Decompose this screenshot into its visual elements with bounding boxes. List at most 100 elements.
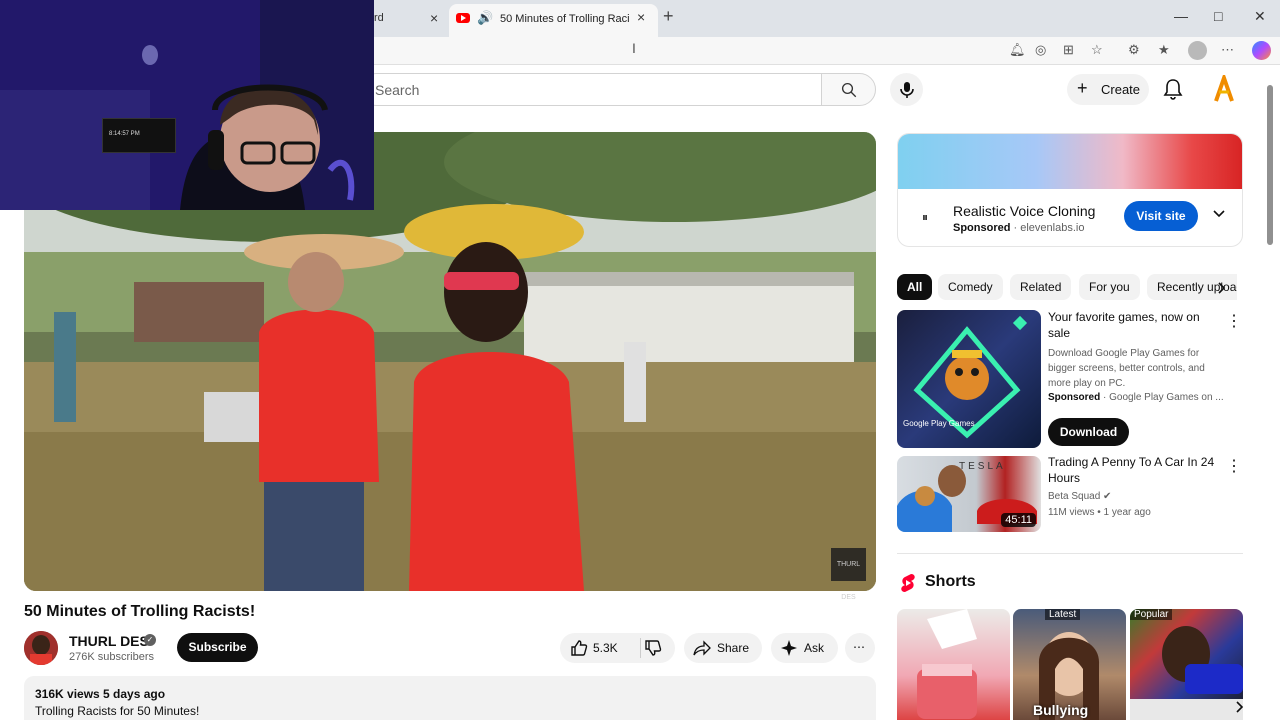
- clock-text: 8:14:57 PM: [109, 131, 140, 137]
- view-stats: 316K views 5 days ago: [35, 687, 166, 701]
- short-caption: Bullying: [1033, 702, 1089, 718]
- ad-title[interactable]: Realistic Voice Cloning: [953, 203, 1095, 219]
- subscriber-count: 276K subscribers: [69, 651, 154, 663]
- shorts-heading: Shorts: [925, 573, 976, 590]
- recommendation-title[interactable]: Your favorite games, now on sale: [1048, 309, 1223, 341]
- chip-comedy[interactable]: Comedy: [938, 274, 1003, 300]
- bullet-separator: ·: [1103, 392, 1107, 403]
- voice-search-button[interactable]: [890, 73, 923, 106]
- search-placeholder: Search: [375, 82, 420, 98]
- more-horizontal-icon: ⋯: [853, 640, 865, 654]
- subscribe-button[interactable]: Subscribe: [177, 633, 258, 662]
- video-title: 50 Minutes of Trolling Racists!: [24, 603, 256, 620]
- screen: rd × 🔊 50 Minutes of Trolling Racists! ×…: [0, 0, 1280, 720]
- channel-watermark: THURL DES: [831, 548, 866, 601]
- notification-icon[interactable]: 🔔︎: [1009, 42, 1026, 58]
- shorts-icon: [901, 574, 915, 592]
- share-icon: [693, 640, 711, 656]
- new-tab-button[interactable]: +: [663, 6, 674, 27]
- window-close-button[interactable]: ✕: [1254, 8, 1266, 25]
- sparkle-icon: [781, 640, 797, 656]
- extension-icon[interactable]: ◎: [1035, 42, 1046, 58]
- more-vertical-icon[interactable]: ⋮: [1226, 311, 1242, 331]
- ask-button[interactable]: Ask: [771, 633, 838, 663]
- channel-name[interactable]: THURL DES: [69, 633, 149, 649]
- recommendation-thumbnail[interactable]: Google Play Games: [897, 310, 1041, 448]
- create-button[interactable]: + Create: [1067, 74, 1149, 105]
- search-input[interactable]: Search: [360, 73, 822, 106]
- extensions-puzzle-icon[interactable]: ⚙: [1128, 42, 1140, 58]
- thumbnail-caption: Google Play Games: [903, 419, 975, 428]
- maximize-button[interactable]: □: [1214, 8, 1222, 24]
- copilot-icon[interactable]: [1252, 41, 1271, 60]
- browser-tab-previous[interactable]: rd ×: [368, 6, 448, 32]
- create-label: Create: [1101, 82, 1141, 97]
- short-tag: Popular: [1130, 609, 1173, 620]
- more-menu-icon[interactable]: ⋯: [1221, 42, 1234, 58]
- close-icon[interactable]: ×: [637, 9, 645, 25]
- short-item[interactable]: Latest Bullying: [1013, 609, 1126, 720]
- description-text: Trolling Racists for 50 Minutes!: [35, 704, 200, 718]
- channel-avatar-image: [24, 631, 58, 665]
- thumbnail-caption: TESLA: [959, 461, 1006, 472]
- profile-avatar[interactable]: [1188, 41, 1207, 60]
- duration-badge: 45:11: [1001, 513, 1036, 527]
- chevron-right-icon[interactable]: [1214, 281, 1228, 295]
- scrollbar-thumb[interactable]: [1267, 85, 1273, 245]
- short-item[interactable]: Popular: [1130, 609, 1243, 720]
- webcam-overlay: 8:14:57 PM: [0, 0, 374, 210]
- favorite-star-icon[interactable]: ☆: [1091, 42, 1103, 58]
- thumbs-down-icon[interactable]: [644, 639, 662, 657]
- visit-site-button[interactable]: Visit site: [1124, 201, 1198, 231]
- apps-icon[interactable]: ⊞: [1063, 42, 1074, 58]
- close-icon[interactable]: ×: [430, 10, 438, 26]
- clock-display: 8:14:57 PM: [102, 118, 176, 153]
- chip-for-you[interactable]: For you: [1079, 274, 1140, 300]
- recommendation-title[interactable]: Trading A Penny To A Car In 24 Hours: [1048, 454, 1223, 486]
- divider: [640, 638, 641, 658]
- ad-description: Download Google Play Games for bigger sc…: [1048, 348, 1205, 389]
- sponsored-label: Sponsored: [953, 222, 1011, 234]
- chip-related[interactable]: Related: [1010, 274, 1072, 300]
- download-button[interactable]: Download: [1048, 418, 1129, 446]
- share-button[interactable]: Share: [684, 633, 762, 663]
- sponsor-channel: Google Play Games on ...: [1109, 392, 1224, 403]
- tab-title: 50 Minutes of Trolling Racists!: [500, 13, 630, 25]
- thumbs-up-icon[interactable]: [570, 639, 588, 657]
- ad-domain: elevenlabs.io: [1020, 222, 1085, 234]
- short-item[interactable]: [897, 609, 1010, 720]
- search-icon: [841, 82, 857, 98]
- description-box[interactable]: 316K views 5 days ago Trolling Racists f…: [24, 676, 876, 720]
- microphone-icon: [900, 82, 914, 98]
- youtube-favicon-icon: [456, 13, 470, 23]
- minimize-button[interactable]: —: [1174, 8, 1188, 24]
- chip-all[interactable]: All: [897, 274, 933, 300]
- more-actions-button[interactable]: ⋯: [845, 633, 875, 663]
- speaker-icon[interactable]: 🔊: [477, 10, 493, 26]
- webcam-scene-image: [0, 0, 374, 210]
- account-avatar[interactable]: [1210, 75, 1238, 103]
- chevron-right-icon[interactable]: [1232, 700, 1246, 714]
- search-button[interactable]: [821, 73, 876, 106]
- pause-icon[interactable]: ⏸: [922, 210, 928, 225]
- browser-tab-active[interactable]: 🔊 50 Minutes of Trolling Racists! ×: [449, 4, 658, 37]
- bullet-separator: ·: [1013, 222, 1018, 234]
- recommendation-channel[interactable]: Beta Squad ✔: [1048, 489, 1228, 504]
- ask-label: Ask: [804, 641, 825, 655]
- verified-badge-icon: ✔: [1103, 491, 1112, 502]
- short-thumbnail-image: [917, 609, 977, 719]
- channel-avatar[interactable]: [24, 631, 58, 665]
- like-count[interactable]: 5.3K: [593, 641, 618, 655]
- divider: [897, 553, 1243, 554]
- chevron-down-icon[interactable]: [1212, 207, 1226, 221]
- ad-card[interactable]: ⏸ Realistic Voice Cloning Sponsored · el…: [897, 133, 1243, 247]
- ad-sponsor-line: Sponsored · elevenlabs.io: [953, 222, 1084, 234]
- plus-icon: +: [1077, 78, 1088, 98]
- more-vertical-icon[interactable]: ⋮: [1226, 456, 1242, 476]
- bell-icon[interactable]: [1163, 78, 1183, 100]
- sponsored-label: Sponsored: [1048, 392, 1101, 403]
- favorites-icon[interactable]: ★: [1158, 42, 1170, 58]
- recommendation-thumbnail[interactable]: TESLA 45:11: [897, 456, 1041, 532]
- channel-name[interactable]: Beta Squad: [1048, 491, 1100, 502]
- text-cursor-icon: I: [632, 40, 636, 56]
